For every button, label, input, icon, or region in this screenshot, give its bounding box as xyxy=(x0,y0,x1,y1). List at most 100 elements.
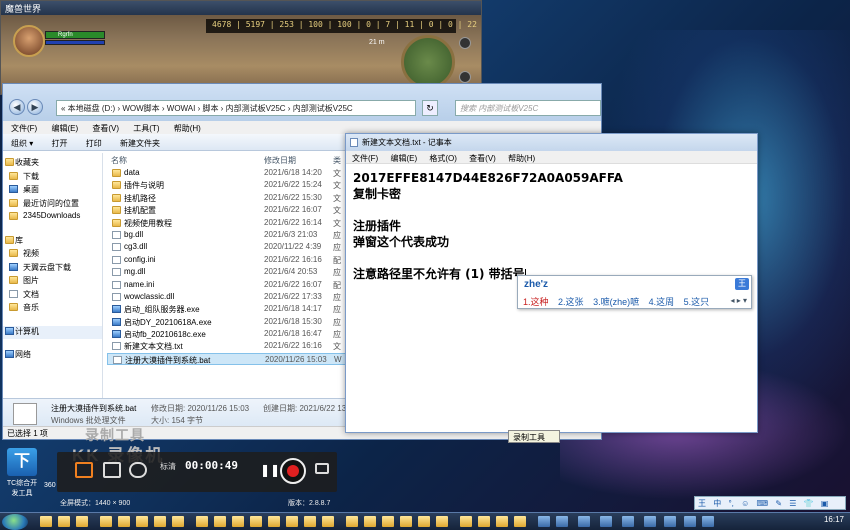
taskbar-app-icon[interactable] xyxy=(664,516,676,527)
ime-page-arrows[interactable]: ◂ ▸ ▾ xyxy=(731,296,748,305)
nav-favorites[interactable]: 收藏夹 xyxy=(3,157,102,171)
taskbar-app-icon[interactable] xyxy=(172,516,184,527)
minimap[interactable] xyxy=(401,35,455,89)
column-date[interactable]: 修改日期 xyxy=(264,155,296,166)
start-button[interactable] xyxy=(2,514,28,530)
new-folder-button[interactable]: 新建文件夹 xyxy=(120,139,160,148)
taskbar-app-icon[interactable] xyxy=(214,516,226,527)
taskbar-app-icon[interactable] xyxy=(364,516,376,527)
taskbar-app-icon[interactable] xyxy=(196,516,208,527)
ime-toolbox-icon[interactable]: ▣ xyxy=(821,499,829,508)
camera-icon[interactable] xyxy=(315,463,329,474)
taskbar-app-icon[interactable] xyxy=(514,516,526,527)
nav-recent[interactable]: 最近访问的位置 xyxy=(3,198,102,212)
pause-button[interactable]: ❚❚ xyxy=(260,463,280,477)
taskbar-app-icon[interactable] xyxy=(538,516,550,527)
taskbar-app-icon[interactable] xyxy=(304,516,316,527)
desktop-shortcut-tc[interactable]: 下 TC综合开发工具 xyxy=(4,448,40,498)
np-menu-file[interactable]: 文件(F) xyxy=(352,154,378,163)
taskbar-app-icon[interactable] xyxy=(556,516,568,527)
ime-menu-icon[interactable]: ☰ xyxy=(789,499,796,508)
menu-view[interactable]: 查看(V) xyxy=(92,124,119,133)
taskbar-app-icon[interactable] xyxy=(382,516,394,527)
np-menu-help[interactable]: 帮助(H) xyxy=(508,154,535,163)
nav-2345downloads[interactable]: 2345Downloads xyxy=(3,211,102,225)
ime-candidate[interactable]: 2.这张 xyxy=(558,297,584,307)
system-clock[interactable]: 16:17 xyxy=(824,515,844,524)
back-button[interactable]: ◀ xyxy=(9,99,25,115)
taskbar-app-icon[interactable] xyxy=(702,516,714,527)
notepad-text-area[interactable]: 2017EFFE8147D44E826F72A0A059AFFA 复制卡密 注册… xyxy=(346,164,757,288)
taskbar-app-icon[interactable] xyxy=(268,516,280,527)
ime-candidate[interactable]: 5.这只 xyxy=(684,297,710,307)
nav-music[interactable]: 音乐 xyxy=(3,302,102,316)
taskbar-app-icon[interactable] xyxy=(100,516,112,527)
forward-button[interactable]: ▶ xyxy=(27,99,43,115)
taskbar-app-icon[interactable] xyxy=(400,516,412,527)
nav-videos[interactable]: 视频 xyxy=(3,248,102,262)
taskbar-app-icon[interactable] xyxy=(40,516,52,527)
ime-candidate[interactable]: 4.这周 xyxy=(649,297,675,307)
taskbar-app-icon[interactable] xyxy=(460,516,472,527)
search-input[interactable]: 搜索 内部测试板V25C xyxy=(455,100,601,116)
ime-lang-toggle[interactable]: 中 xyxy=(713,499,721,508)
taskbar-app-icon[interactable] xyxy=(322,516,334,527)
nav-library[interactable]: 库 xyxy=(3,235,102,249)
nav-cloud-downloads[interactable]: 天翼云盘下载 xyxy=(3,262,102,276)
taskbar-app-icon[interactable] xyxy=(232,516,244,527)
nav-documents[interactable]: 文档 xyxy=(3,289,102,303)
player-portrait[interactable] xyxy=(13,25,45,57)
np-menu-edit[interactable]: 编辑(E) xyxy=(390,154,417,163)
minimap-zoom-button[interactable] xyxy=(459,37,471,49)
taskbar-app-icon[interactable] xyxy=(496,516,508,527)
taskbar-app-icon[interactable] xyxy=(644,516,656,527)
ime-emoji-icon[interactable]: ☺ xyxy=(741,499,749,508)
taskbar-app-icon[interactable] xyxy=(154,516,166,527)
taskbar-app-icon[interactable] xyxy=(58,516,70,527)
menu-help[interactable]: 帮助(H) xyxy=(174,124,201,133)
stop-record-button[interactable] xyxy=(280,458,306,484)
taskbar-app-icon[interactable] xyxy=(684,516,696,527)
ime-keyboard-icon[interactable]: ⌨ xyxy=(757,499,769,508)
ime-candidate[interactable]: 1.这种 xyxy=(523,297,549,307)
organize-button[interactable]: 组织 ▾ xyxy=(11,139,33,148)
nav-computer[interactable]: 计算机 xyxy=(3,325,102,339)
taskbar-app-icon[interactable] xyxy=(346,516,358,527)
taskbar-app-icon[interactable] xyxy=(418,516,430,527)
minimap-menu-button[interactable] xyxy=(459,71,471,83)
taskbar-app-icon[interactable] xyxy=(578,516,590,527)
open-button[interactable]: 打开 xyxy=(51,139,67,148)
taskbar-app-icon[interactable] xyxy=(600,516,612,527)
menu-file[interactable]: 文件(F) xyxy=(11,124,37,133)
screen-record-icon[interactable] xyxy=(75,462,93,478)
taskbar-app-icon[interactable] xyxy=(622,516,634,527)
game-window[interactable]: 魔兽世界 4678 | 5197 | 253 | 100 | 100 | 0 |… xyxy=(0,0,482,95)
ime-candidate[interactable]: 3.嗻(zhe)嗻 xyxy=(593,297,639,307)
taskbar-app-icon[interactable] xyxy=(76,516,88,527)
nav-pictures[interactable]: 图片 xyxy=(3,275,102,289)
taskbar-app-icon[interactable] xyxy=(436,516,448,527)
taskbar-app-icon[interactable] xyxy=(286,516,298,527)
nav-desktop[interactable]: 桌面 xyxy=(3,184,102,198)
nav-downloads[interactable]: 下载 xyxy=(3,171,102,185)
taskbar-app-icon[interactable] xyxy=(478,516,490,527)
gamepad-icon[interactable] xyxy=(129,462,147,478)
np-menu-format[interactable]: 格式(O) xyxy=(429,154,457,163)
nav-network[interactable]: 网络 xyxy=(3,349,102,363)
menu-tools[interactable]: 工具(T) xyxy=(133,124,159,133)
ime-candidate-window[interactable]: zhe'z 王 1.这种 2.这张 3.嗻(zhe)嗻 4.这周 5.这只 ◂ … xyxy=(517,275,752,309)
column-type[interactable]: 类 xyxy=(333,155,341,166)
np-menu-view[interactable]: 查看(V) xyxy=(469,154,496,163)
ime-brand-icon[interactable]: 王 xyxy=(698,499,706,508)
column-name[interactable]: 名称 xyxy=(111,155,127,166)
menu-edit[interactable]: 编辑(E) xyxy=(51,124,78,133)
taskbar-app-icon[interactable] xyxy=(118,516,130,527)
taskbar-app-icon[interactable] xyxy=(136,516,148,527)
taskbar-app-icon[interactable] xyxy=(250,516,262,527)
ime-handwrite-icon[interactable]: ✎ xyxy=(775,499,782,508)
address-bar[interactable]: « 本地磁盘 (D:) › WOW脚本 › WOWAI › 脚本 › 内部测试板… xyxy=(56,100,416,116)
keyboard-icon[interactable] xyxy=(103,462,121,478)
ime-skin-icon[interactable]: 👕 xyxy=(804,499,814,508)
refresh-button[interactable]: ↻ xyxy=(422,100,438,116)
ime-punct-toggle[interactable]: °, xyxy=(728,499,733,508)
